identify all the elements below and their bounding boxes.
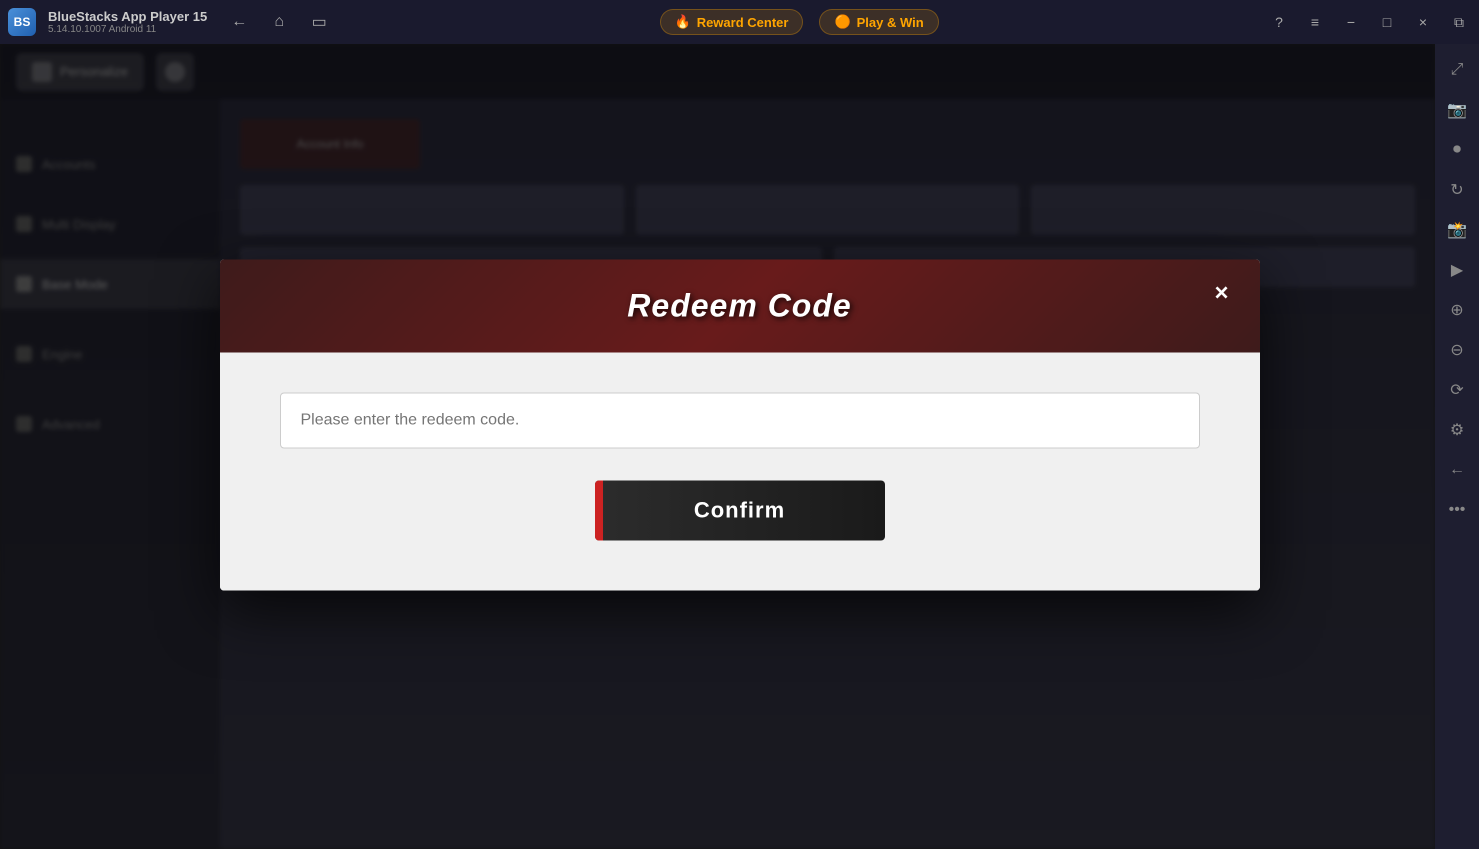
screen-record-icon[interactable]: ⏺ <box>1439 132 1475 168</box>
reward-center-label: Reward Center <box>697 15 789 30</box>
bluestacks-logo: BS <box>8 8 36 36</box>
screenshot-icon[interactable]: 📷 <box>1439 92 1475 128</box>
maximize-button[interactable]: □ <box>1371 6 1403 38</box>
media-icon[interactable]: ▶ <box>1439 252 1475 288</box>
reward-center-button[interactable]: 🔥 Reward Center <box>660 9 804 35</box>
right-sidebar: ⤢ 📷 ⏺ ↻ 📸 ▶ ⊕ ⊖ ⟳ ⚙ ← ••• <box>1435 44 1479 849</box>
expand-icon[interactable]: ⤢ <box>1439 52 1475 88</box>
confirm-label: Confirm <box>694 497 785 523</box>
camera-icon[interactable]: 📸 <box>1439 212 1475 248</box>
help-button[interactable]: ? <box>1263 6 1295 38</box>
menu-button[interactable]: ≡ <box>1299 6 1331 38</box>
settings-icon[interactable]: ⚙ <box>1439 412 1475 448</box>
dialog-close-button[interactable]: × <box>1204 275 1240 311</box>
play-win-label: Play & Win <box>857 15 924 30</box>
app-title: BlueStacks App Player 15 <box>48 9 207 24</box>
nav-buttons: ← ⌂ ▭ <box>223 6 335 38</box>
title-bar: BS BlueStacks App Player 15 5.14.10.1007… <box>0 0 1479 44</box>
close-button[interactable]: × <box>1407 6 1439 38</box>
play-win-button[interactable]: 🟠 Play & Win <box>819 9 938 35</box>
input-wrapper <box>280 392 1200 448</box>
app-name-section: BlueStacks App Player 15 5.14.10.1007 An… <box>48 9 207 35</box>
more-options-icon[interactable]: ••• <box>1439 492 1475 528</box>
rotate-icon[interactable]: ⟳ <box>1439 372 1475 408</box>
confirm-button[interactable]: Confirm <box>595 480 885 540</box>
dialog-body: Confirm <box>220 352 1260 590</box>
tabs-button[interactable]: ▭ <box>303 6 335 38</box>
dialog-header: Redeem Code × <box>220 259 1260 352</box>
zoom-in-icon[interactable]: ⊕ <box>1439 292 1475 328</box>
reward-icon: 🔥 <box>675 14 691 30</box>
zoom-out-icon[interactable]: ⊖ <box>1439 332 1475 368</box>
home-button[interactable]: ⌂ <box>263 6 295 38</box>
restore-button[interactable]: ⧉ <box>1443 6 1475 38</box>
back-button[interactable]: ← <box>223 6 255 38</box>
arrow-back-icon[interactable]: ← <box>1439 452 1475 488</box>
redeem-code-input[interactable] <box>280 392 1200 448</box>
minimize-button[interactable]: − <box>1335 6 1367 38</box>
refresh-icon[interactable]: ↻ <box>1439 172 1475 208</box>
app-version: 5.14.10.1007 Android 11 <box>48 24 207 35</box>
window-controls: ? ≡ − □ × ⧉ <box>1263 6 1475 38</box>
app-logo: BS <box>0 0 44 44</box>
redeem-code-dialog: Redeem Code × Confirm <box>220 259 1260 590</box>
dialog-title: Redeem Code <box>627 287 851 324</box>
play-win-icon: 🟠 <box>834 14 850 30</box>
title-bar-center: 🔥 Reward Center 🟠 Play & Win <box>335 9 1263 35</box>
